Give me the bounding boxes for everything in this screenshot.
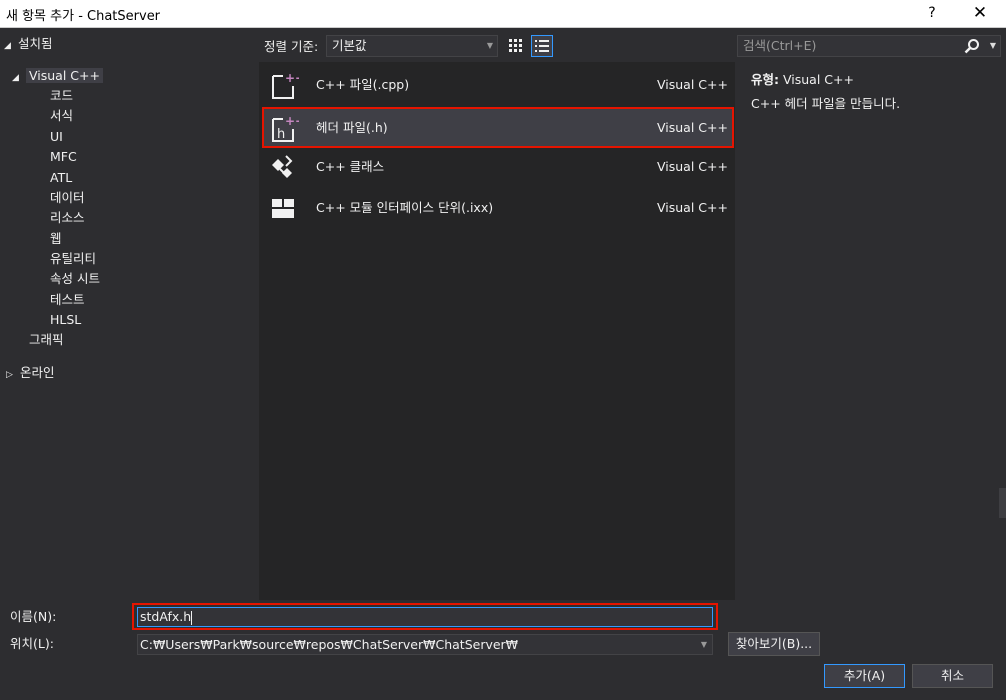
search-input[interactable]: 검색(Ctrl+E) ▼: [737, 35, 1001, 57]
tree-node-code[interactable]: 코드: [50, 86, 73, 106]
category-tree: ◢ 설치됨 ◢ Visual C++ 코드 서식 UI MFC ATL 데이터 리소…: [0, 29, 258, 600]
cpp-file-icon: ++: [272, 71, 299, 99]
svg-text:h: h: [277, 127, 285, 142]
search-placeholder: 검색(Ctrl+E): [743, 38, 817, 53]
svg-text:++: ++: [285, 71, 299, 85]
tree-node-test[interactable]: 테스트: [50, 290, 85, 310]
type-value: Visual C++: [782, 72, 854, 87]
name-value: stdAfx.h: [140, 609, 192, 624]
sort-dropdown[interactable]: 기본값 ▼: [326, 35, 498, 57]
chevron-down-icon[interactable]: ▼: [701, 635, 707, 654]
tree-node-resource[interactable]: 리소스: [50, 208, 85, 228]
template-item-module-interface[interactable]: C++ 모듈 인터페이스 단위(.ixx) Visual C++: [259, 187, 735, 228]
tree-node-web[interactable]: 웹: [50, 229, 62, 249]
template-name: C++ 클래스: [316, 159, 385, 174]
expanded-arrow-icon[interactable]: ◢: [12, 68, 26, 88]
template-language: Visual C++: [657, 159, 728, 174]
tree-node-label: Visual C++: [26, 68, 103, 83]
title-bar: 새 항목 추가 - ChatServer ? ✕: [0, 0, 1006, 28]
template-name: C++ 모듈 인터페이스 단위(.ixx): [316, 200, 494, 215]
text-caret: [191, 610, 193, 625]
name-field[interactable]: stdAfx.h: [137, 607, 713, 627]
type-label: 유형:: [751, 72, 779, 87]
location-field[interactable]: C:₩Users₩Park₩source₩repos₩ChatServer₩Ch…: [137, 634, 713, 655]
help-button[interactable]: ?: [922, 2, 942, 26]
grid-view-icon: [509, 39, 522, 52]
tree-node-atl[interactable]: ATL: [50, 168, 72, 188]
tree-node-ui[interactable]: UI: [50, 127, 63, 147]
name-label: 이름(N):: [10, 609, 57, 624]
tree-node-label: 설치됨: [18, 36, 53, 51]
template-item-cpp-file[interactable]: ++ C++ 파일(.cpp) Visual C++: [259, 64, 735, 105]
cpp-class-icon: [272, 155, 293, 178]
search-icon[interactable]: [964, 38, 980, 54]
tree-node-forms[interactable]: 서식: [50, 106, 73, 126]
template-item-cpp-class[interactable]: C++ 클래스 Visual C++: [259, 146, 735, 187]
tree-node-label: 온라인: [20, 365, 55, 380]
tree-node-mfc[interactable]: MFC: [50, 147, 77, 167]
template-list: ++ C++ 파일(.cpp) Visual C++ h ++ 헤더 파일(.h…: [259, 62, 735, 600]
template-name: 헤더 파일(.h): [316, 120, 388, 135]
cancel-button[interactable]: 취소: [912, 664, 993, 688]
window-title: 새 항목 추가 - ChatServer: [6, 9, 161, 24]
chevron-down-icon: ▼: [486, 41, 493, 50]
tree-node-online[interactable]: ▷ 온라인: [6, 363, 55, 383]
template-language: Visual C++: [657, 120, 728, 135]
sort-value: 기본값: [332, 38, 367, 53]
sort-label: 정렬 기준:: [264, 39, 319, 54]
template-language: Visual C++: [657, 77, 728, 92]
svg-text:++: ++: [285, 114, 299, 128]
template-language: Visual C++: [657, 200, 728, 215]
module-interface-icon: [272, 199, 294, 218]
description-pane: 유형: Visual C++ C++ 헤더 파일을 만듭니다.: [737, 62, 1006, 600]
tree-node-graphics[interactable]: 그래픽: [29, 330, 64, 350]
tree-node-utility[interactable]: 유틸리티: [50, 249, 96, 269]
add-button[interactable]: 추가(A): [824, 664, 905, 688]
list-view-icon: [535, 40, 549, 52]
list-view-button[interactable]: [531, 35, 553, 57]
description-type: 유형: Visual C++: [751, 70, 854, 90]
tree-node-property-sheet[interactable]: 속성 시트: [50, 269, 100, 289]
close-button[interactable]: ✕: [968, 2, 992, 26]
location-label: 위치(L):: [10, 636, 54, 651]
tree-node-data[interactable]: 데이터: [50, 188, 85, 208]
tree-node-hlsl[interactable]: HLSL: [50, 310, 81, 330]
resize-grip[interactable]: [999, 488, 1006, 518]
location-value: C:₩Users₩Park₩source₩repos₩ChatServer₩Ch…: [140, 637, 519, 652]
small-icons-view-button[interactable]: [505, 35, 527, 57]
expanded-arrow-icon[interactable]: ◢: [4, 36, 18, 56]
template-item-header-file[interactable]: h ++ 헤더 파일(.h) Visual C++: [262, 107, 734, 148]
template-name: C++ 파일(.cpp): [316, 77, 410, 92]
browse-button[interactable]: 찾아보기(B)...: [728, 632, 820, 656]
description-text: C++ 헤더 파일을 만듭니다.: [751, 96, 901, 111]
header-file-icon: h ++: [272, 114, 299, 142]
tree-node-installed[interactable]: ◢ 설치됨: [4, 34, 53, 54]
chevron-down-icon[interactable]: ▼: [990, 36, 996, 56]
tree-node-visual-cpp[interactable]: ◢ Visual C++: [12, 66, 103, 86]
collapsed-arrow-icon[interactable]: ▷: [6, 365, 20, 385]
